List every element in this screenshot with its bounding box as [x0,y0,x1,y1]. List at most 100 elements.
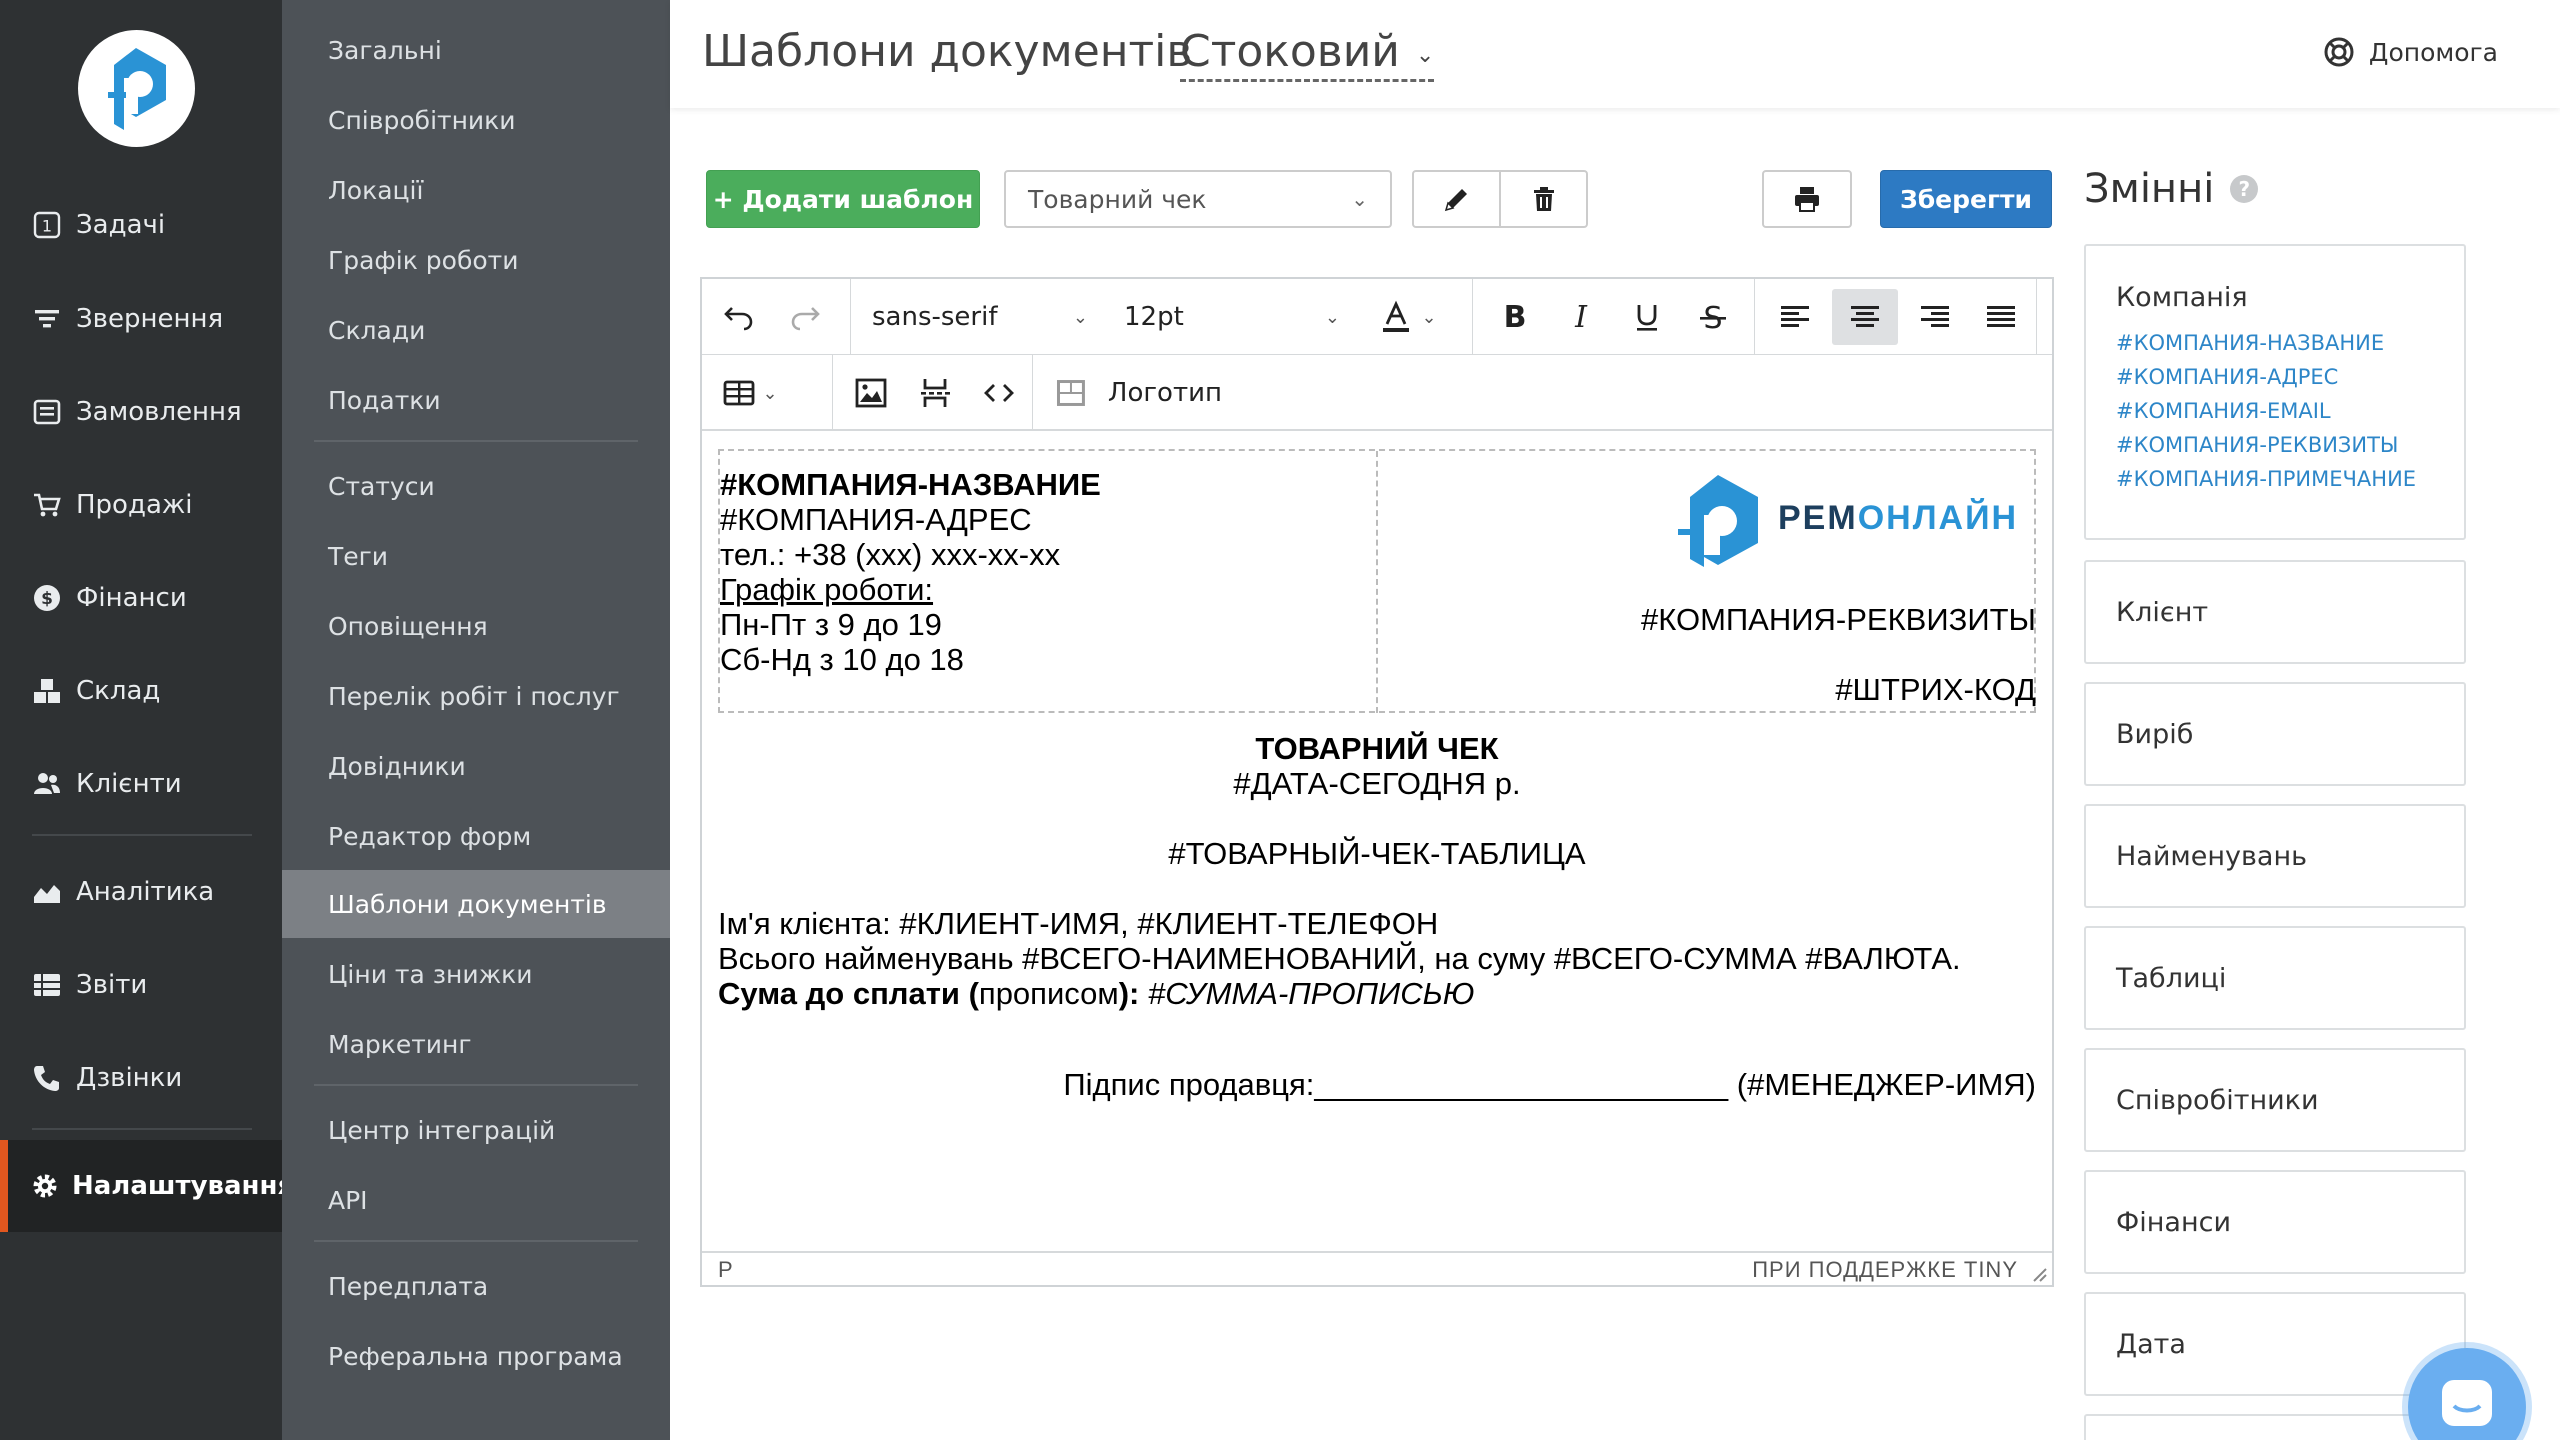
submenu-item-general[interactable]: Загальні [282,16,670,84]
submenu-item-schedule[interactable]: Графік роботи [282,226,670,294]
align-left-button[interactable] [1766,289,1824,345]
doc-schedule-title: Графік роботи: [720,572,934,607]
variable-group-title: Дата [2116,1328,2186,1360]
variable-group-client[interactable]: Клієнт [2084,560,2466,664]
variable-group-finance[interactable]: Фінанси [2084,1170,2466,1274]
align-right-button[interactable] [1906,289,1964,345]
doc-requisites: #КОМПАНИЯ-РЕКВИЗИТЫ [1641,602,2036,637]
template-select[interactable]: Товарний чек ⌄ [1004,170,1392,228]
powered-by-link[interactable]: ПРИ ПОДДЕРЖКЕ TINY [1752,1257,2018,1283]
font-family-select[interactable]: sans-serif ⌄ [860,289,1100,345]
submenu-item-api[interactable]: API [282,1166,670,1234]
variable-group-company[interactable]: Компанія #КОМПАНИЯ-НАЗВАНИЕ #КОМПАНИЯ-АД… [2084,244,2466,540]
element-path[interactable]: P [718,1257,733,1283]
nav-item-calls[interactable]: Дзвінки [0,1045,282,1111]
nav-label: Продажі [76,490,193,520]
submenu-item-taxes[interactable]: Податки [282,366,670,434]
help-link[interactable]: Допомога [2323,36,2498,68]
submenu-item-tags[interactable]: Теги [282,522,670,590]
edit-template-button[interactable] [1412,170,1500,228]
variable-link[interactable]: #КОМПАНИЯ-ПРИМЕЧАНИЕ [2116,467,2434,491]
toolbar-separator [850,279,851,355]
theme-dropdown[interactable]: Стоковий ⌄ [1180,26,1435,82]
variable-group-title: Співробітники [2116,1084,2319,1116]
submenu-item-warehouses[interactable]: Склади [282,296,670,364]
nav-item-settings[interactable]: Налаштування [0,1140,294,1232]
layout-icon [1056,380,1085,406]
submenu-item-marketing[interactable]: Маркетинг [282,1010,670,1078]
editor-statusbar: P ПРИ ПОДДЕРЖКЕ TINY [702,1251,2052,1285]
redo-button[interactable] [776,289,834,345]
variable-group-title: Таблиці [2116,962,2227,994]
add-template-button[interactable]: + Додати шаблон [706,170,980,228]
variable-group-employees[interactable]: Співробітники [2084,1048,2466,1152]
undo-button[interactable] [710,289,768,345]
submenu-item-directories[interactable]: Довідники [282,732,670,800]
variable-link[interactable]: #КОМПАНИЯ-РЕКВИЗИТЫ [2116,433,2434,457]
variable-link[interactable]: #КОМПАНИЯ-EMAIL [2116,399,2434,423]
page-break-button[interactable] [906,365,964,421]
submenu-item-referral[interactable]: Реферальна програма [282,1322,670,1390]
nav-label: Фінанси [76,583,187,613]
app-logo[interactable] [78,30,195,147]
svg-text:B: B [1504,300,1527,334]
table-button[interactable]: ⌄ [710,365,790,421]
italic-button[interactable]: I [1552,289,1610,345]
align-center-icon [1851,306,1879,327]
font-size-select[interactable]: 12pt ⌄ [1112,289,1352,345]
insert-image-button[interactable] [842,365,900,421]
strikethrough-button[interactable]: S [1684,289,1742,345]
delete-template-button[interactable] [1500,170,1588,228]
nav-item-analytics[interactable]: Аналітика [0,859,282,925]
template-editor: sans-serif ⌄ 12pt ⌄ ⌄ B I S ⌄ Логотип #К… [700,277,2054,1287]
source-code-button[interactable] [970,365,1028,421]
submenu-item-notifications[interactable]: Оповіщення [282,592,670,660]
toolbar-separator [832,355,833,431]
submenu-item-form-editor[interactable]: Редактор форм [282,802,670,870]
align-justify-button[interactable] [1972,289,2030,345]
toolbar-separator [1032,355,1033,431]
variable-group-product[interactable]: Виріб [2084,682,2466,786]
editor-content[interactable]: #КОМПАНИЯ-НАЗВАНИЕ #КОМПАНИЯ-АДРЕС тел.:… [702,433,2052,1251]
variable-group-tables[interactable]: Таблиці [2084,926,2466,1030]
submenu-item-document-templates[interactable]: Шаблони документів [282,870,670,938]
nav-item-sales[interactable]: Продажі [0,472,282,538]
align-center-button[interactable] [1832,289,1898,345]
nav-item-requests[interactable]: Звернення [0,286,282,352]
editor-toolbar-top: sans-serif ⌄ 12pt ⌄ ⌄ B I S [702,279,2052,355]
submenu-item-prices-discounts[interactable]: Ціни та знижки [282,940,670,1008]
editor-toolbar-bottom: ⌄ Логотип [702,355,2052,431]
print-button[interactable] [1762,170,1852,228]
underline-button[interactable] [1618,289,1676,345]
submenu-item-locations[interactable]: Локації [282,156,670,224]
help-icon[interactable]: ? [2230,175,2259,203]
nav-item-tasks[interactable]: 1 Задачі [0,192,282,258]
submenu-item-statuses[interactable]: Статуси [282,452,670,520]
logo-insert-button[interactable]: Логотип [1042,365,1222,421]
doc-company-name: #КОМПАНИЯ-НАЗВАНИЕ [720,467,1101,502]
nav-item-reports[interactable]: Звіти [0,952,282,1018]
variable-group-date[interactable]: Дата [2084,1292,2466,1396]
resize-grip-icon[interactable] [2028,1263,2048,1283]
cart-icon [30,488,64,522]
submenu-item-subscription[interactable]: Передплата [282,1252,670,1320]
nav-item-finance[interactable]: $ Фінанси [0,565,282,631]
submenu-item-integrations[interactable]: Центр інтеграцій [282,1096,670,1164]
bold-button[interactable]: B [1486,289,1544,345]
submenu-item-employees[interactable]: Співробітники [282,86,670,154]
variable-link[interactable]: #КОМПАНИЯ-НАЗВАНИЕ [2116,331,2434,355]
save-button[interactable]: Зберегти [1880,170,2052,228]
template-select-value: Товарний чек [1028,184,1207,214]
chat-icon [2442,1380,2492,1426]
variable-group-items[interactable]: Найменувань [2084,804,2466,908]
submenu-item-services-list[interactable]: Перелік робіт і послуг [282,662,670,730]
nav-item-clients[interactable]: Клієнти [0,751,282,817]
variable-link[interactable]: #КОМПАНИЯ-АДРЕС [2116,365,2434,389]
page-title: Шаблони документів [702,26,1193,77]
nav-item-warehouse[interactable]: Склад [0,658,282,724]
nav-item-orders[interactable]: Замовлення [0,379,282,445]
text-color-button[interactable]: ⌄ [1368,289,1448,345]
phone-icon [30,1061,64,1095]
logo-insert-label: Логотип [1107,378,1222,408]
text-color-icon [1383,300,1410,332]
